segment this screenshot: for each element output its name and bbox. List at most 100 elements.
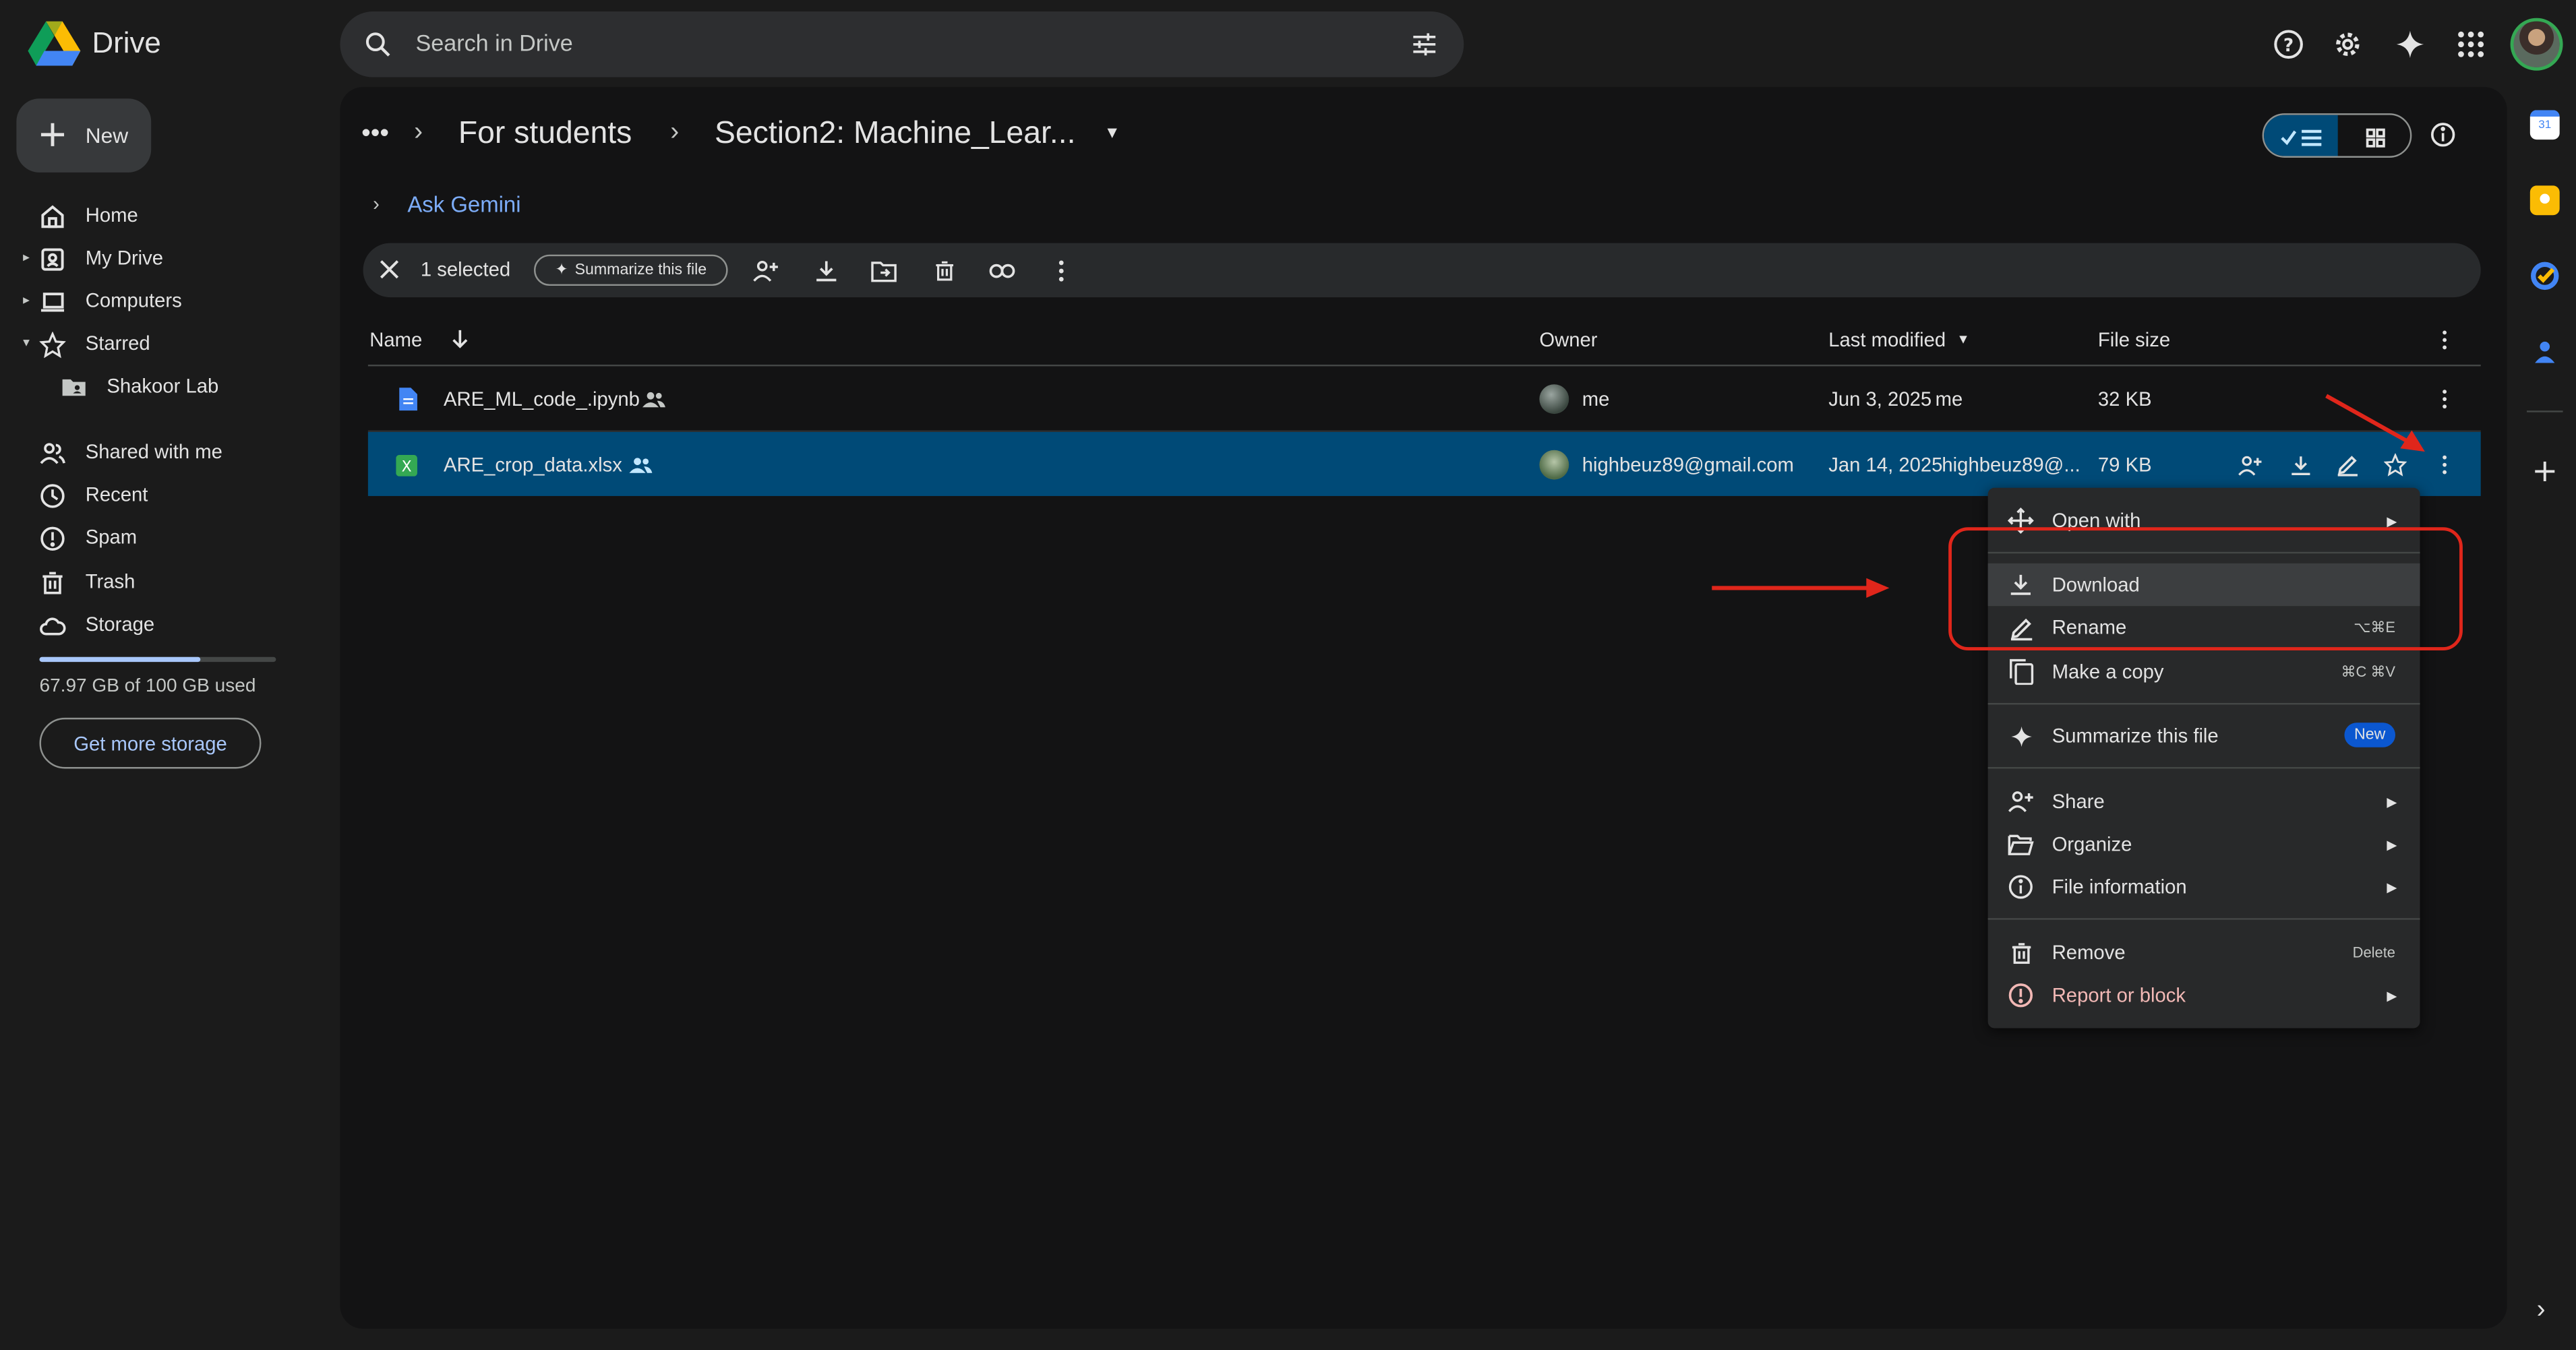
column-options-icon[interactable]: [2433, 327, 2456, 353]
ask-gemini-chevron-icon[interactable]: ›: [373, 192, 380, 215]
download-icon[interactable]: [812, 256, 839, 284]
grid-view-button[interactable]: [2338, 115, 2410, 156]
copy-link-icon[interactable]: [988, 256, 1015, 284]
trash-icon: [2006, 938, 2035, 967]
sort-caret-icon[interactable]: ▼: [1956, 332, 1969, 346]
rename-pencil-icon[interactable]: [2335, 452, 2361, 478]
file-size: 79 KB: [2097, 453, 2152, 477]
file-name[interactable]: ARE_crop_data.xlsx: [444, 454, 622, 477]
app-name[interactable]: Drive: [92, 26, 160, 61]
breadcrumb-current-folder[interactable]: Section2: Machine_Lear...: [715, 117, 1075, 153]
share-person-add-icon[interactable]: [751, 256, 779, 284]
star-icon[interactable]: [2383, 452, 2409, 478]
menu-item-share[interactable]: Share ▶: [1988, 780, 2420, 823]
collapse-caret-icon[interactable]: ▾: [23, 335, 30, 350]
sidebar-item-computers[interactable]: ▸ Computers: [0, 281, 328, 324]
menu-item-make-a-copy[interactable]: Make a copy ⌘C ⌘V: [1988, 650, 2420, 693]
tasks-app-icon[interactable]: [2530, 261, 2560, 290]
search-options-icon[interactable]: [1408, 28, 1441, 61]
expand-side-panel-chevron-icon[interactable]: ›: [2537, 1296, 2546, 1326]
get-more-storage-button[interactable]: Get more storage: [39, 717, 262, 769]
highlight-box: [1948, 527, 2463, 651]
search-input[interactable]: Search in Drive: [416, 30, 573, 56]
sidebar-item-shared-with-me[interactable]: Shared with me: [0, 432, 328, 474]
expand-caret-icon[interactable]: ▸: [23, 293, 30, 307]
svg-text:?: ?: [2283, 36, 2294, 56]
menu-item-summarize[interactable]: Summarize this file New: [1988, 714, 2420, 757]
last-modified-by: me: [1935, 388, 1963, 411]
menu-divider: [1987, 918, 2420, 920]
breadcrumb-more-button[interactable]: •••: [361, 120, 389, 150]
sort-arrow-down-icon[interactable]: [448, 327, 471, 350]
help-icon[interactable]: ?: [2271, 26, 2307, 63]
share-person-add-icon: [2006, 787, 2035, 816]
my-drive-icon: [39, 247, 65, 273]
sidebar-item-label: Storage: [85, 612, 155, 636]
settings-gear-icon[interactable]: [2330, 26, 2366, 63]
sidebar-item-starred[interactable]: ▾ Starred: [0, 324, 328, 366]
folder-menu-caret-icon[interactable]: ▼: [1104, 125, 1120, 143]
menu-item-file-information[interactable]: File information ▶: [1988, 865, 2420, 908]
trash-icon[interactable]: [930, 256, 957, 284]
breadcrumb-parent[interactable]: For students: [458, 117, 632, 153]
menu-item-report-or-block[interactable]: Report or block ▶: [1988, 974, 2420, 1016]
file-name[interactable]: ARE_ML_code_.ipynb: [444, 388, 640, 410]
summarize-chip-label: Summarize this file: [574, 261, 707, 280]
column-header-last-modified[interactable]: Last modified: [1828, 328, 1946, 351]
apps-grid-icon[interactable]: [2453, 26, 2489, 63]
summarize-file-chip[interactable]: ✦ Summarize this file: [533, 254, 728, 286]
last-modified-by: highbeuz89@...: [1942, 453, 2080, 477]
sidebar-item-trash[interactable]: Trash: [0, 561, 328, 604]
menu-item-label: Organize: [2051, 832, 2132, 856]
menu-item-label: Share: [2051, 790, 2105, 814]
search-icon[interactable]: [361, 28, 394, 61]
new-badge: New: [2344, 723, 2395, 747]
menu-divider: [1987, 767, 2420, 769]
ask-gemini-link[interactable]: Ask Gemini: [407, 192, 520, 217]
column-header-file-size[interactable]: File size: [2098, 328, 2170, 351]
new-button-label[interactable]: New: [86, 123, 128, 148]
get-addons-plus-icon[interactable]: [2532, 458, 2558, 485]
doc-file-icon: [398, 388, 417, 411]
account-avatar[interactable]: [2510, 18, 2563, 71]
info-icon[interactable]: [2428, 120, 2458, 150]
keep-app-icon[interactable]: [2529, 185, 2560, 216]
share-person-add-icon[interactable]: [2236, 452, 2263, 478]
star-icon: [39, 331, 66, 359]
move-to-folder-icon[interactable]: [869, 256, 897, 284]
download-icon[interactable]: [2287, 452, 2313, 478]
calendar-app-icon[interactable]: 31: [2529, 110, 2560, 140]
sidebar-item-my-drive[interactable]: ▸ My Drive: [0, 238, 328, 280]
menu-item-remove[interactable]: Remove Delete: [1988, 931, 2420, 974]
new-button[interactable]: [16, 98, 152, 173]
gemini-sparkle-icon[interactable]: [2392, 26, 2428, 63]
drive-logo-icon[interactable]: [28, 21, 81, 67]
menu-item-shortcut: ⌘C ⌘V: [2341, 663, 2395, 680]
submenu-arrow-icon: ▶: [2387, 795, 2397, 810]
menu-item-organize[interactable]: Organize ▶: [1988, 823, 2420, 865]
plus-icon[interactable]: [38, 120, 67, 150]
row-more-actions-icon[interactable]: [2433, 388, 2456, 410]
submenu-arrow-icon: ▶: [2387, 989, 2397, 1004]
table-row[interactable]: ARE_ML_code_.ipynb me Jun 3, 2025 me 32 …: [368, 368, 2481, 432]
list-view-button[interactable]: [2264, 115, 2338, 156]
clear-selection-close-icon[interactable]: [376, 256, 402, 282]
info-icon: [2006, 872, 2035, 902]
sidebar-item-recent[interactable]: Recent: [0, 474, 328, 517]
shared-folder-icon: [61, 375, 87, 401]
column-header-name[interactable]: Name: [369, 328, 422, 351]
sidebar-item-storage[interactable]: Storage: [0, 605, 328, 647]
more-actions-icon[interactable]: [1046, 256, 1074, 284]
sidebar-item-home[interactable]: Home: [0, 195, 328, 238]
sidebar-item-spam[interactable]: Spam: [0, 518, 328, 560]
contacts-app-icon[interactable]: [2530, 337, 2560, 367]
folder-open-icon: [2006, 830, 2035, 859]
column-header-owner[interactable]: Owner: [1539, 328, 1597, 351]
owner-avatar: [1539, 384, 1569, 415]
expand-caret-icon[interactable]: ▸: [23, 249, 30, 264]
row-more-actions-icon[interactable]: [2433, 452, 2456, 478]
table-row-selected[interactable]: X ARE_crop_data.xlsx highbeuz89@gmail.co…: [367, 431, 2481, 496]
sidebar-item-shakoor-lab[interactable]: Shakoor Lab: [0, 366, 328, 408]
shared-people-icon: [642, 390, 665, 409]
menu-divider: [1987, 702, 2420, 705]
